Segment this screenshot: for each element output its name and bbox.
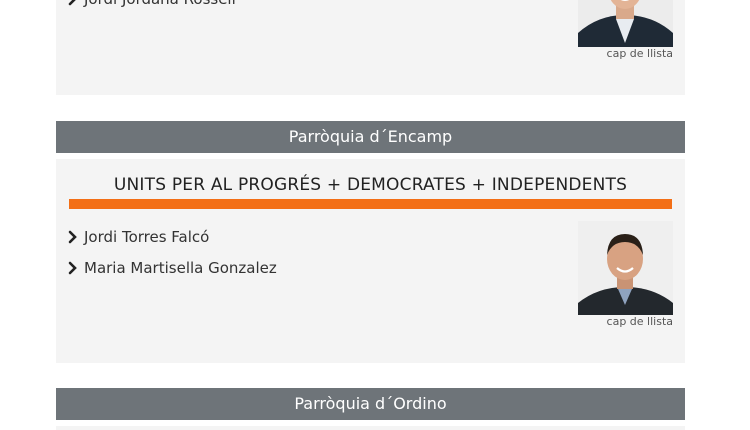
candidate-name: Jordi Torres Falcó	[84, 228, 210, 246]
chevron-right-icon	[68, 261, 79, 275]
party-card-ordino	[56, 426, 685, 430]
party-title: UNITS PER AL PROGRÉS + DEMOCRATES + INDE…	[113, 175, 628, 195]
candidate-name: Jordi Jordana Rossell	[84, 0, 236, 8]
photo-caption: cap de llista	[606, 47, 673, 60]
party-card-encamp: UNITS PER AL PROGRÉS + DEMOCRATES + INDE…	[56, 159, 685, 363]
candidate-photo	[578, 0, 673, 47]
candidate-name: Maria Martisella Gonzalez	[84, 259, 277, 277]
candidate-item[interactable]: Jordi Jordana Rossell	[68, 0, 236, 8]
chevron-right-icon	[68, 0, 79, 6]
candidate-item[interactable]: Maria Martisella Gonzalez	[68, 259, 277, 277]
candidate-photo	[578, 221, 673, 315]
parish-header-ordino: Parròquia d´Ordino	[56, 388, 685, 420]
parish-header-encamp: Parròquia d´Encamp	[56, 121, 685, 153]
photo-caption: cap de llista	[606, 315, 673, 328]
candidate-item[interactable]: Jordi Torres Falcó	[68, 228, 209, 246]
chevron-right-icon	[68, 230, 79, 244]
party-accent-bar	[69, 199, 672, 209]
party-card-previous: Jordi Jordana Rossell cap de llista	[56, 0, 685, 95]
